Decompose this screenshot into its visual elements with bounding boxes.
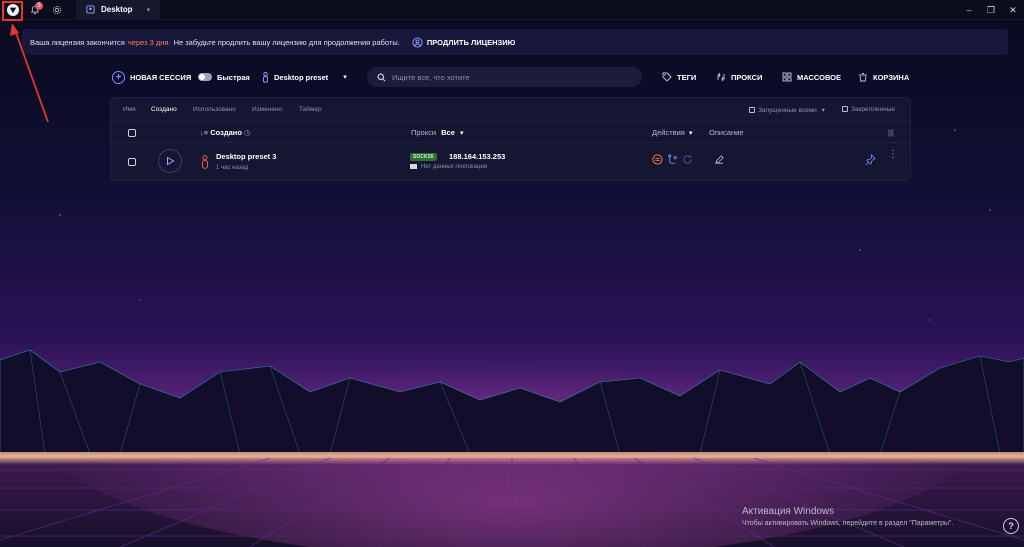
sort-desc-icon: ↓≡ (200, 128, 209, 137)
actions-column-header[interactable]: Действия ▾ (652, 128, 692, 137)
select-all-checkbox[interactable] (128, 129, 136, 137)
edit-description-icon[interactable] (714, 154, 725, 165)
proxy-icon (717, 72, 725, 82)
watermark-title: Активация Windows (742, 506, 835, 517)
pin-icon[interactable] (865, 154, 876, 165)
help-button[interactable]: ? (1003, 518, 1019, 534)
clock-icon: ◷ (244, 128, 251, 137)
sort-tab-created[interactable]: Создано (151, 106, 177, 113)
proxies-label: ПРОКСИ (731, 72, 763, 82)
pinned-label: Закрепленные (851, 106, 896, 113)
tags-label: ТЕГИ (677, 72, 697, 82)
pinned-checkbox[interactable] (842, 106, 848, 113)
license-banner: Ваша лицензия закончится через 3 дня. Не… (22, 29, 1008, 55)
session-status-icon[interactable] (652, 154, 663, 165)
preset-selector[interactable]: Desktop preset ▾ (262, 67, 347, 87)
quick-label: Быстрая (217, 72, 250, 82)
toggle-switch[interactable] (198, 73, 212, 81)
chevron-down-icon: ▾ (821, 107, 825, 114)
geo-info: Нет данных геолокации (410, 164, 487, 170)
bulk-label: МАССОВОЕ (797, 72, 842, 82)
sort-tab-modified[interactable]: Изменено (252, 106, 282, 113)
proxy-column-header[interactable]: Прокси Все ▾ (411, 128, 464, 137)
pinned-filter[interactable]: Закрепленные (842, 106, 895, 113)
new-session-label: НОВАЯ СЕССИЯ (130, 72, 192, 82)
tags-button[interactable]: ТЕГИ (662, 67, 696, 87)
user-circle-icon (412, 36, 423, 48)
trash-icon (859, 73, 867, 82)
sort-tab-timer[interactable]: Таймер (299, 106, 322, 113)
close-button[interactable]: ✕ (1002, 0, 1024, 20)
search-bar[interactable] (367, 67, 642, 87)
search-input[interactable] (392, 72, 612, 82)
chevron-down-icon: ▾ (688, 130, 693, 137)
sort-filter-row: Имя Создано Использовано Изменено Таймер… (111, 98, 910, 121)
tag-icon (662, 72, 672, 82)
new-session-button[interactable]: + НОВАЯ СЕССИЯ (112, 67, 191, 87)
flag-icon (410, 164, 417, 169)
proxy-header-label: Прокси (411, 128, 437, 137)
created-column-header[interactable]: ↓≡ Создано ◷ (200, 128, 251, 137)
watermark-subtitle: Чтобы активировать Windows, перейдите в … (742, 520, 954, 527)
quick-toggle[interactable]: Быстрая (198, 67, 250, 87)
refresh-icon[interactable] (682, 154, 693, 165)
running-all-filter[interactable]: Запущенные всеми ▾ (749, 106, 825, 114)
columns-settings-icon[interactable]: ||| (888, 128, 894, 137)
session-created-time: 1 час назад (216, 165, 249, 171)
trash-label: КОРЗИНА (873, 72, 910, 82)
grid-icon (782, 72, 792, 82)
preset-label: Desktop preset (274, 72, 329, 82)
start-session-button[interactable] (158, 149, 182, 173)
description-column-header: Описание (709, 128, 744, 137)
banner-highlight: через 3 дня. (127, 37, 171, 47)
proxies-button[interactable]: ПРОКСИ (716, 67, 762, 87)
renew-label: ПРОДЛИТЬ ЛИЦЕНЗИЮ (426, 37, 516, 47)
actions-header-label: Действия (652, 128, 685, 137)
play-icon (167, 156, 175, 166)
search-icon (377, 73, 386, 81)
proxy-ip: 188.164.153.253 (449, 152, 506, 161)
person-icon (263, 71, 268, 83)
title-bar: 3 Desktop ▾ – ❐ ✕ (0, 0, 1024, 20)
main-toolbar: + НОВАЯ СЕССИЯ Быстрая Desktop preset ▾ … (112, 67, 912, 87)
row-checkbox[interactable] (128, 158, 136, 166)
minimize-button[interactable]: – (958, 0, 980, 20)
running-all-label: Запущенные всеми (758, 107, 817, 114)
annotation-arrow (10, 23, 49, 123)
more-options-icon[interactable]: ⋮ (888, 150, 898, 160)
table-header: ↓≡ Создано ◷ Прокси Все ▾ Действия ▾ Опи… (111, 121, 910, 143)
chevron-down-icon: ▾ (460, 130, 464, 137)
desktop-profile-icon (86, 5, 95, 14)
maximize-button[interactable]: ❐ (980, 0, 1002, 20)
proxy-filter-value: Все (441, 128, 455, 137)
sort-tab-name[interactable]: Имя (123, 106, 136, 113)
chevron-down-icon[interactable]: ▾ (147, 6, 151, 14)
sync-icon[interactable] (667, 154, 678, 165)
bulk-button[interactable]: МАССОВОЕ (782, 67, 841, 87)
session-name[interactable]: Desktop preset 3 (216, 152, 276, 161)
table-row[interactable]: Desktop preset 3 1 час назад SOCKS5 188.… (111, 144, 910, 181)
renew-license-button[interactable]: ПРОДЛИТЬ ЛИЦЕНЗИЮ (412, 36, 516, 48)
sort-tab-used[interactable]: Использовано (193, 106, 236, 113)
proxy-type-badge: SOCKS5 (410, 153, 437, 161)
chevron-down-icon: ▾ (343, 74, 347, 81)
sessions-panel: Имя Создано Использовано Изменено Таймер… (110, 97, 911, 181)
tab-label: Desktop (101, 5, 133, 14)
trash-button[interactable]: КОРЗИНА (858, 67, 909, 87)
geo-text: Нет данных геолокации (421, 164, 488, 171)
created-header-label: Создано (210, 128, 242, 137)
windows-activation-watermark: Активация Windows Чтобы активировать Win… (742, 506, 953, 527)
banner-text-after: Не забудьте продлить вашу лицензию для п… (173, 37, 400, 47)
session-person-icon (202, 155, 208, 169)
plus-icon: + (112, 70, 125, 84)
window-controls: – ❐ ✕ (958, 0, 1024, 20)
running-all-checkbox[interactable] (749, 107, 755, 114)
tab-desktop[interactable]: Desktop ▾ (76, 0, 161, 20)
